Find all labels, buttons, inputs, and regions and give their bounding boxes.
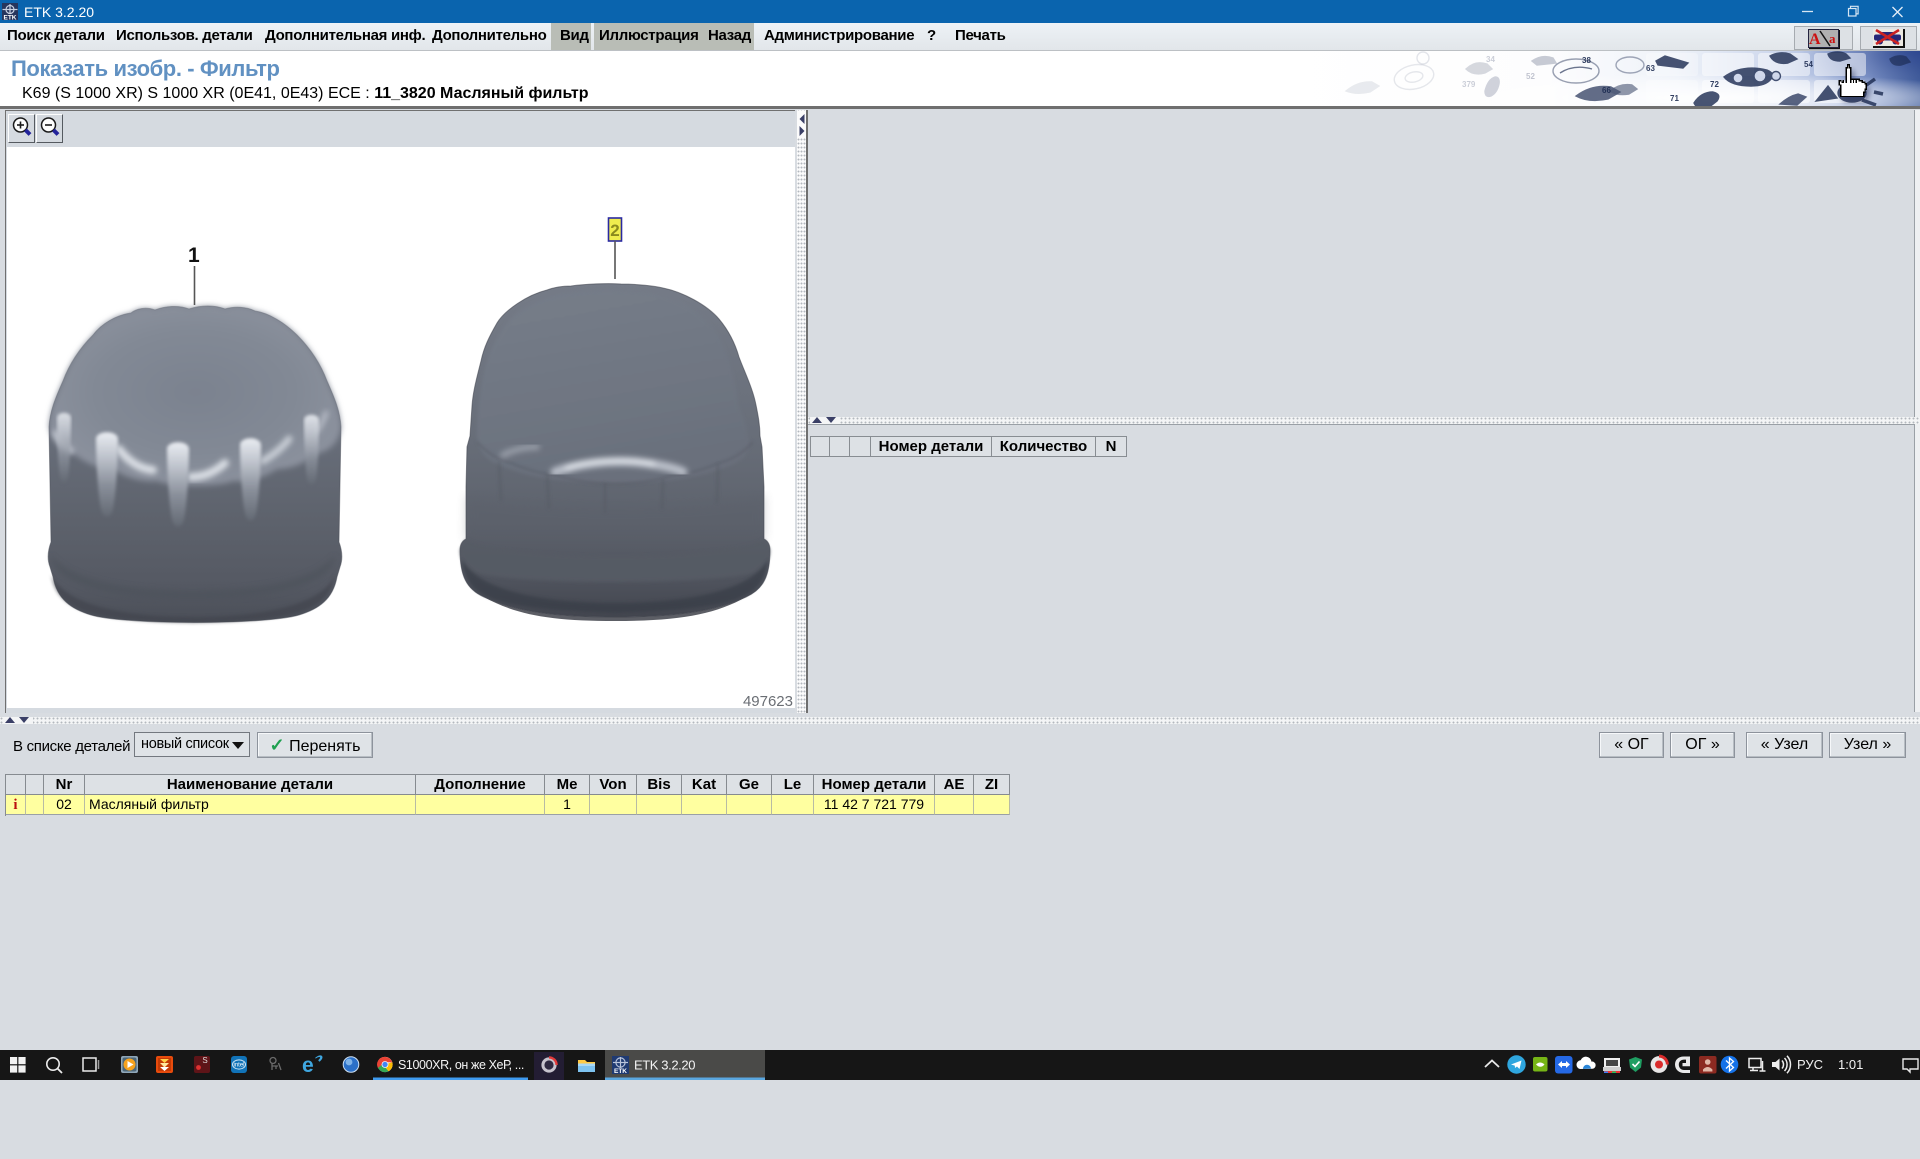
svg-text:1: 1	[188, 244, 200, 267]
svg-text:71: 71	[1670, 94, 1679, 103]
svg-text:38: 38	[1582, 56, 1591, 65]
svg-text:e: e	[302, 1054, 314, 1077]
svg-text:ETK 3.2.20: ETK 3.2.20	[634, 1058, 695, 1073]
svg-text:S1000XR, он же ХеР, ...: S1000XR, он же ХеР, ...	[398, 1058, 524, 1072]
svg-text:a: a	[1829, 31, 1836, 46]
svg-text:497623: 497623	[743, 693, 793, 708]
svg-text:1:01: 1:01	[1838, 1057, 1863, 1072]
svg-text:379: 379	[1462, 80, 1476, 89]
svg-text:54: 54	[1804, 60, 1813, 69]
svg-text:ETK: ETK	[614, 1068, 627, 1075]
svg-text:A: A	[1809, 31, 1821, 47]
svg-text:РУС: РУС	[1797, 1057, 1823, 1072]
svg-text:34: 34	[1486, 55, 1495, 64]
svg-text:S: S	[202, 1056, 207, 1065]
svg-text:72: 72	[1710, 80, 1719, 89]
svg-text:66: 66	[1602, 86, 1611, 95]
svg-text:intel: intel	[233, 1063, 244, 1069]
svg-text:63: 63	[1646, 64, 1655, 73]
svg-text:52: 52	[1526, 72, 1535, 81]
svg-text:2: 2	[610, 221, 619, 240]
svg-text:ETK: ETK	[4, 15, 17, 21]
